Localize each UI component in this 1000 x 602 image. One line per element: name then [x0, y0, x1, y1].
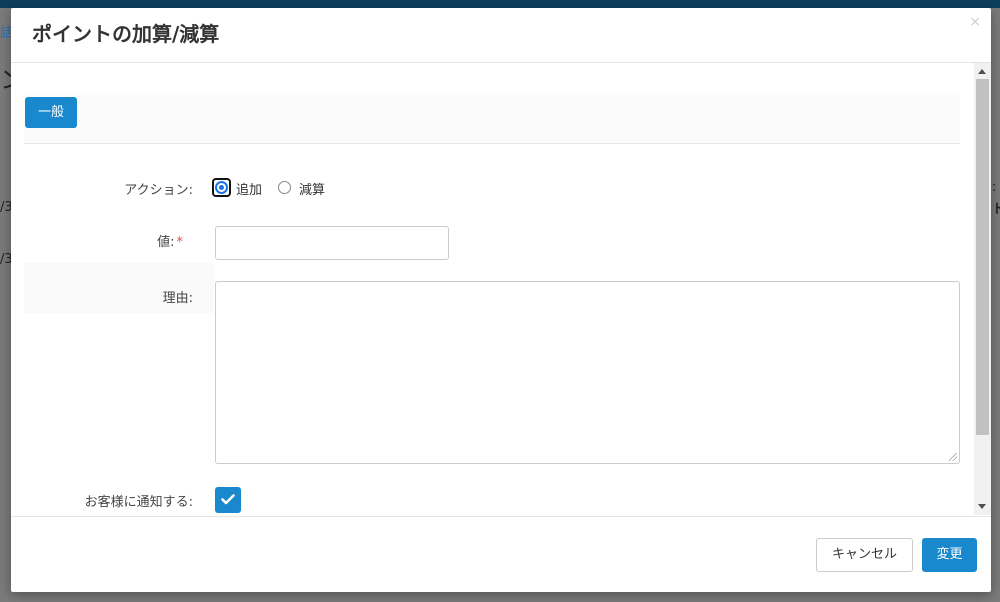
- modal-header: ポイントの加算/減算 ×: [11, 8, 991, 63]
- value-label-text: 値:: [157, 235, 175, 250]
- submit-button[interactable]: 変更: [922, 538, 977, 572]
- tab-general[interactable]: 一般: [25, 97, 77, 128]
- scroll-up-arrow-icon[interactable]: [978, 69, 986, 74]
- required-marker: *: [176, 235, 184, 250]
- background-topbar: [0, 0, 1000, 8]
- value-label: 値: *: [13, 231, 183, 250]
- modal-scroll-area: 一般 アクション: 追加 減算 値: * 理由: お客様に通知する:: [11, 63, 974, 515]
- action-add-label[interactable]: 追加: [236, 179, 262, 198]
- notify-label: お客様に通知する:: [84, 495, 193, 510]
- points-adjust-modal: ポイントの加算/減算 × 一般 アクション: 追加 減算 値: * 理由: お客…: [11, 8, 991, 592]
- action-subtract-radio[interactable]: [278, 181, 291, 194]
- check-icon: [221, 494, 235, 505]
- background-text-fragment: ト: [992, 202, 1000, 217]
- action-add-radio[interactable]: [215, 181, 228, 194]
- close-icon[interactable]: ×: [969, 14, 981, 30]
- modal-title: ポイントの加算/減算: [32, 22, 220, 46]
- modal-body: 一般 アクション: 追加 減算 値: * 理由: お客様に通知する:: [11, 63, 991, 515]
- cancel-button[interactable]: キャンセル: [816, 538, 913, 572]
- reason-textarea[interactable]: [215, 281, 960, 464]
- background-text-fragment: :: [992, 180, 997, 195]
- action-label: アクション:: [124, 183, 193, 198]
- notify-checkbox[interactable]: [215, 487, 241, 513]
- reason-label: 理由:: [162, 291, 193, 306]
- scrollbar-thumb[interactable]: [976, 79, 989, 435]
- value-input[interactable]: [215, 226, 449, 260]
- tab-strip: 一般: [24, 95, 960, 144]
- modal-footer: キャンセル 変更: [11, 516, 991, 593]
- resize-grip-icon[interactable]: [949, 453, 957, 461]
- action-subtract-label[interactable]: 減算: [299, 179, 325, 198]
- scrollbar[interactable]: [974, 63, 991, 515]
- scroll-down-arrow-icon[interactable]: [978, 504, 986, 509]
